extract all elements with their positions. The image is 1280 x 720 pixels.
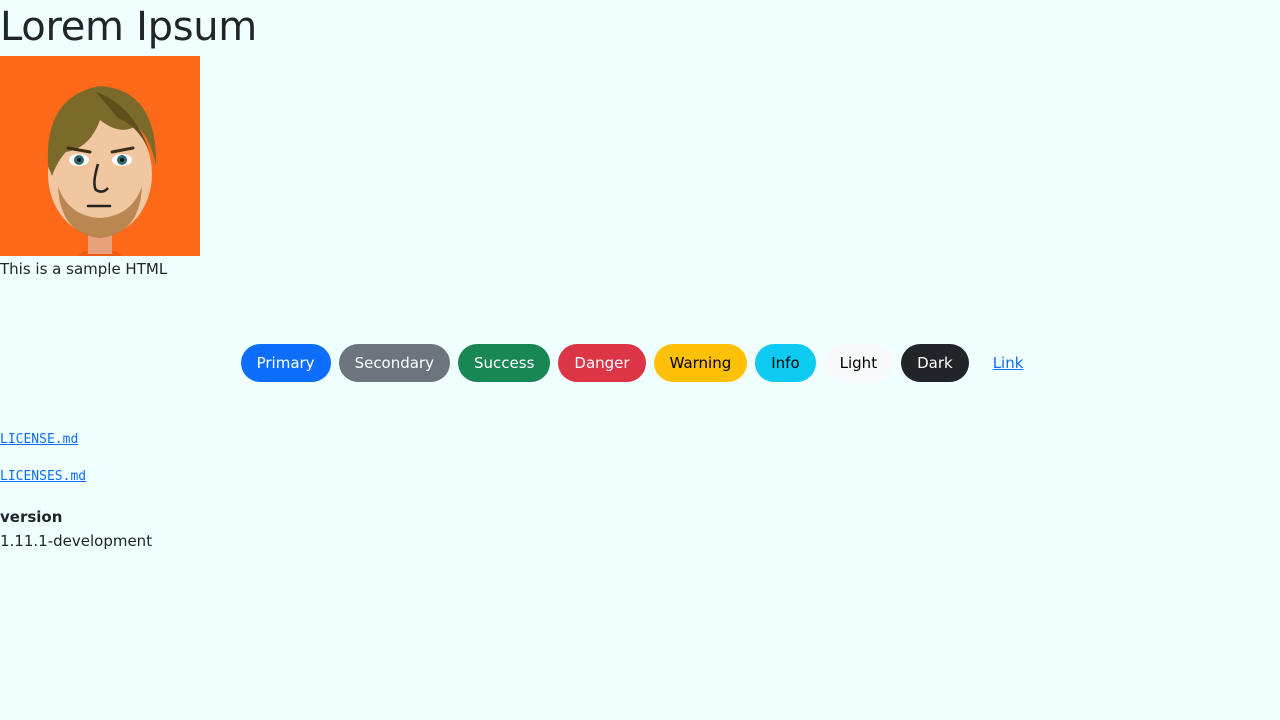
dark-button[interactable]: Dark (901, 344, 969, 382)
success-button[interactable]: Success (458, 344, 551, 382)
danger-button[interactable]: Danger (558, 344, 646, 382)
page-title: Lorem Ipsum (0, 4, 257, 50)
info-button[interactable]: Info (755, 344, 816, 382)
warning-button[interactable]: Warning (653, 344, 748, 382)
link-button[interactable]: Link (977, 344, 1040, 382)
button-row: Primary Secondary Success Danger Warning… (0, 344, 1280, 382)
light-button[interactable]: Light (823, 344, 894, 382)
avatar-image (0, 56, 200, 256)
mii-avatar-icon (0, 56, 200, 256)
version-value: 1.11.1-development (0, 532, 153, 550)
licenses-link[interactable]: LICENSES.md (0, 469, 86, 484)
secondary-button[interactable]: Secondary (338, 344, 451, 382)
license-link[interactable]: LICENSE.md (0, 432, 78, 447)
version-label: version (0, 508, 63, 526)
sample-caption: This is a sample HTML (0, 260, 168, 278)
primary-button[interactable]: Primary (240, 344, 331, 382)
